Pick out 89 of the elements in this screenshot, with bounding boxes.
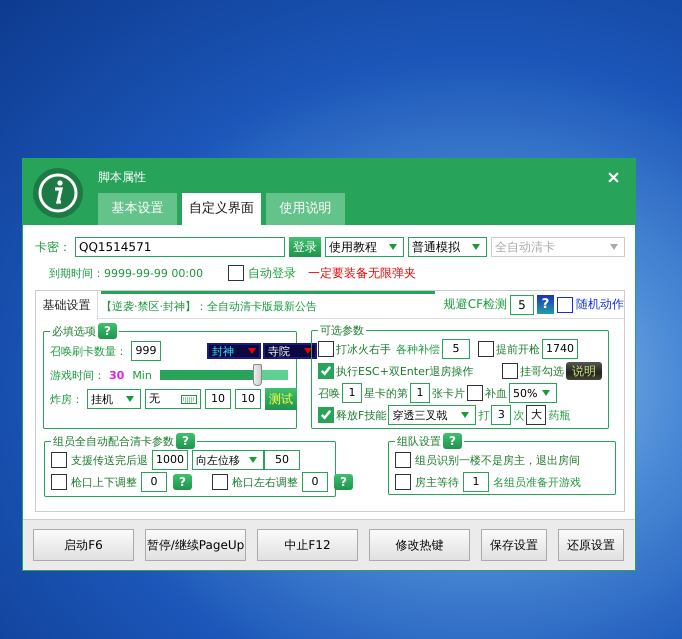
checkbox[interactable] — [318, 407, 334, 423]
field-label: 炸房： — [50, 392, 83, 406]
number-field[interactable]: 0 — [141, 472, 167, 492]
checkbox-label: 补血 — [485, 386, 507, 400]
checkbox-label: 自动登录 — [248, 264, 296, 282]
dropdown[interactable]: 使用教程 — [325, 237, 404, 257]
group-title: 组队设置 — [397, 434, 441, 448]
checkbox-label: 枪口左右调整 — [232, 474, 298, 490]
checkbox[interactable] — [478, 341, 494, 357]
checkbox-label: 打冰火右手 — [336, 342, 391, 356]
checkbox-label: 组员识别一楼不是房主，退出房间 — [415, 452, 580, 468]
checkbox-label: 随机动作 — [576, 296, 624, 313]
explain-button[interactable]: 说明 — [566, 362, 602, 380]
checkbox-label: 执行ESC+双Enter退房操作 — [336, 364, 474, 378]
checkbox-label: 支援传送完后退 — [71, 452, 148, 468]
window-title: 脚本属性 — [98, 169, 146, 186]
hotkey-field[interactable]: 无 — [145, 389, 201, 409]
checkbox-label: 提前开枪 — [496, 342, 540, 356]
group-title: 组员全自动配合清卡参数 — [53, 434, 174, 448]
checkbox-label: 释放F技能 — [336, 408, 386, 422]
number-field[interactable]: 1 — [342, 383, 362, 403]
notice-text: 【逆袭·禁区·封神】：全自动清卡版最新公告 — [101, 290, 435, 318]
field-label: 药瓶 — [548, 408, 570, 422]
card-key-field[interactable]: QQ1514571 — [75, 237, 285, 257]
card-label: 卡密： — [35, 238, 71, 256]
expiry-text: 到期时间：9999-99-99 00:00 — [49, 266, 204, 280]
checkbox[interactable] — [228, 265, 244, 281]
keyboard-icon — [181, 394, 197, 404]
unit-label: Min — [132, 368, 152, 382]
slider-thumb[interactable] — [253, 364, 262, 386]
field-label: 游戏时间： — [50, 368, 105, 382]
dropdown[interactable]: 普通模拟 — [408, 237, 487, 257]
time-value: 30 — [109, 368, 124, 382]
help-button[interactable]: ? — [537, 295, 554, 314]
field-label: 张卡片 — [432, 386, 465, 400]
dropdown[interactable]: 穿透三叉戟 — [388, 405, 476, 425]
cf-label: 规避CF检测 — [444, 296, 507, 313]
field-label: 打 — [478, 408, 490, 422]
action-button[interactable]: 暂停/继续PageUp — [145, 529, 246, 561]
number-field[interactable]: 1 — [410, 383, 430, 403]
checkbox[interactable] — [318, 341, 334, 357]
action-button[interactable]: 修改热键 — [369, 529, 470, 561]
number-field[interactable]: 0 — [302, 472, 328, 492]
dropdown[interactable]: 50% — [509, 383, 557, 403]
number-field[interactable]: 3 — [491, 405, 512, 425]
checkbox[interactable] — [51, 474, 67, 490]
number-field[interactable]: 1740 — [542, 339, 578, 359]
field-label: 召唤 — [318, 386, 340, 400]
checkbox[interactable] — [502, 363, 518, 379]
close-icon[interactable] — [608, 172, 619, 183]
summon-count-field[interactable]: 999 — [131, 341, 161, 361]
checkbox-label: 挂哥勾选 — [520, 364, 564, 378]
checkbox-label: 枪口上下调整 — [71, 474, 137, 490]
field-label: 各种补偿 — [396, 342, 440, 356]
time-slider[interactable] — [160, 364, 288, 386]
field-label: 次 — [513, 408, 524, 422]
dropdown[interactable]: 挂机 — [87, 389, 141, 409]
checkbox[interactable] — [212, 474, 228, 490]
number-field[interactable]: 5 — [442, 339, 470, 359]
checkbox[interactable] — [395, 474, 411, 490]
action-button[interactable]: 保存设置 — [481, 529, 547, 561]
mode-dropdown[interactable]: 寺院 — [263, 343, 317, 359]
checkbox[interactable] — [395, 452, 411, 468]
checkbox[interactable] — [51, 452, 67, 468]
checkbox[interactable] — [467, 385, 483, 401]
info-icon — [33, 168, 83, 218]
number-field[interactable]: 10 — [235, 389, 261, 409]
tab[interactable]: 自定义界面 — [182, 193, 261, 225]
size-field[interactable]: 大 — [526, 405, 546, 425]
number-field[interactable]: 1 — [463, 472, 489, 492]
tab[interactable]: 基础设置 — [36, 290, 98, 318]
field-label: 召唤刷卡数量： — [50, 344, 127, 358]
number-field[interactable]: 50 — [264, 450, 300, 470]
checkbox[interactable] — [318, 363, 334, 379]
field-label: 名组员准备开游戏 — [493, 474, 581, 490]
checkbox[interactable] — [557, 296, 573, 312]
field-label: 星卡的第 — [364, 386, 408, 400]
cf-field[interactable]: 5 — [510, 294, 534, 314]
warning-text: 一定要装备无限弹夹 — [308, 264, 416, 282]
checkbox-label: 房主等待 — [415, 474, 459, 490]
mode-dropdown[interactable]: 封神 — [207, 343, 261, 359]
action-button[interactable]: 中止F12 — [257, 529, 358, 561]
number-field[interactable]: 10 — [205, 389, 231, 409]
number-field[interactable]: 1000 — [152, 450, 188, 470]
dropdown[interactable]: 向左位移 — [192, 450, 264, 470]
action-button[interactable]: 启动F6 — [33, 529, 134, 561]
group-title: 可选参数 — [320, 323, 364, 338]
action-button[interactable]: 还原设置 — [558, 529, 624, 561]
group-title: 必填选项 — [52, 324, 96, 338]
